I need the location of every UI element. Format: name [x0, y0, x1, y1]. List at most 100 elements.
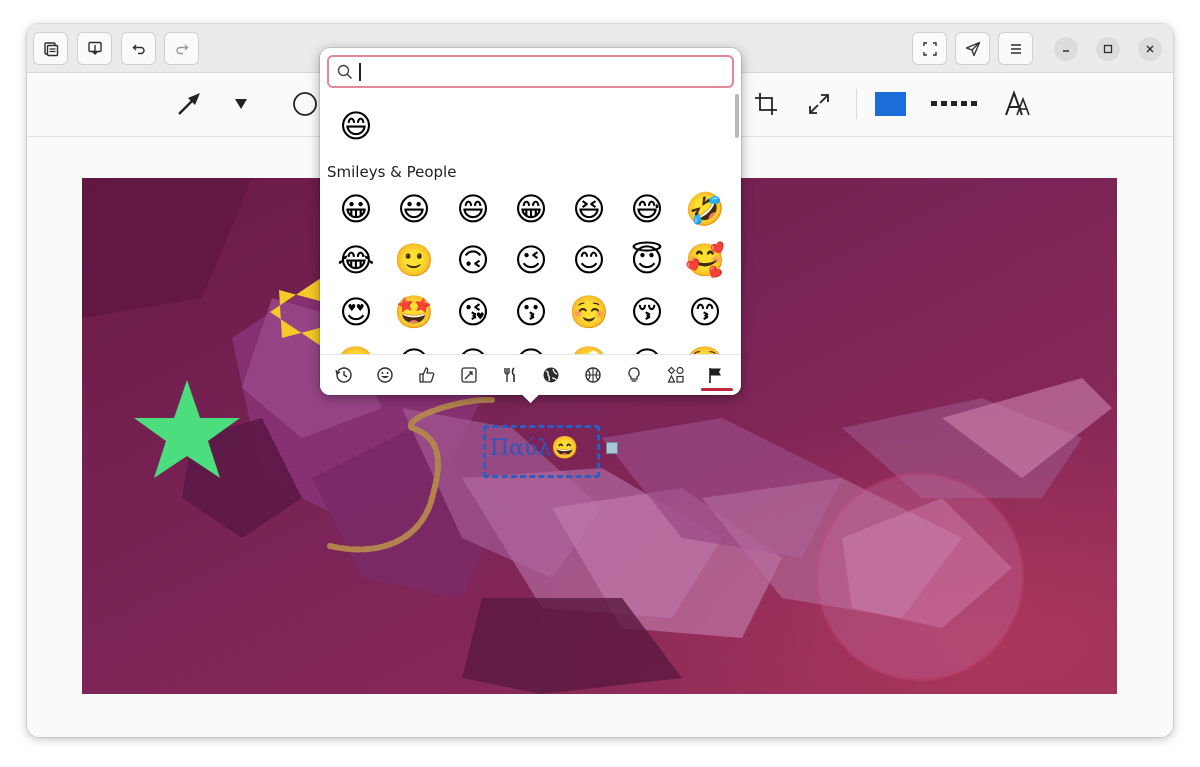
people-icon: [419, 367, 435, 383]
maximize-icon: [1103, 44, 1113, 54]
emoji-item[interactable]: 😁: [508, 186, 554, 232]
category-travel-button[interactable]: [536, 363, 566, 387]
emoji-item[interactable]: 😛: [450, 340, 496, 354]
category-objects-button[interactable]: [619, 363, 649, 387]
emoji-scrollbar[interactable]: [735, 94, 739, 138]
tool-dropdown-button[interactable]: [221, 87, 261, 121]
emoji-item[interactable]: 🥰: [682, 237, 728, 283]
text-annotation-box[interactable]: Παύλ😄: [483, 425, 600, 478]
font-icon: [1005, 90, 1030, 116]
circle-tool-button[interactable]: [285, 87, 325, 121]
arrow-tool-icon: [178, 93, 200, 115]
minimize-button[interactable]: [1054, 37, 1078, 61]
circle-tool-icon: [293, 92, 317, 116]
category-symbols-button[interactable]: [661, 363, 691, 387]
search-icon: [337, 64, 353, 80]
emoji-search-field[interactable]: [327, 55, 734, 88]
undo-icon: [132, 44, 145, 54]
symbols-icon: [667, 366, 684, 383]
crop-button[interactable]: [746, 87, 786, 121]
emoji-item[interactable]: 😘: [450, 289, 496, 335]
emoji-item[interactable]: 🥲: [333, 340, 379, 354]
emoji-item[interactable]: 😙: [682, 289, 728, 335]
emoji-item[interactable]: 🤩: [391, 289, 437, 335]
recent-icon: [335, 367, 352, 383]
emoji-item[interactable]: 😗: [508, 289, 554, 335]
category-nature-button[interactable]: [454, 363, 484, 387]
share-button[interactable]: [955, 32, 990, 65]
emoji-item[interactable]: 😚: [624, 289, 670, 335]
minimize-icon: [1063, 50, 1069, 52]
emoji-item[interactable]: 😅: [624, 186, 670, 232]
emoji-item[interactable]: 😉: [508, 237, 554, 283]
category-food-button[interactable]: [495, 363, 525, 387]
expand-button[interactable]: [799, 87, 839, 121]
expand-icon: [809, 94, 829, 114]
pages-icon: [43, 41, 58, 56]
category-smileys-button[interactable]: [370, 363, 400, 387]
pages-button[interactable]: [33, 32, 68, 65]
text-caret: [359, 63, 361, 81]
color-swatch: [874, 92, 906, 116]
emoji-item[interactable]: 😆: [566, 186, 612, 232]
save-button[interactable]: [77, 32, 112, 65]
category-activities-button[interactable]: [578, 363, 608, 387]
emoji-item[interactable]: 😊: [566, 237, 612, 283]
emoji-item[interactable]: 😀: [333, 186, 379, 232]
font-button[interactable]: [998, 87, 1038, 121]
color-picker-button[interactable]: [870, 87, 910, 121]
emoji-item[interactable]: 🤣: [682, 186, 728, 232]
emoji-category-bar: [320, 354, 741, 395]
resize-handle[interactable]: [606, 442, 618, 454]
menu-icon: [1010, 43, 1021, 54]
emoji-item[interactable]: 🤑: [682, 340, 728, 354]
category-recent-button[interactable]: [329, 363, 359, 387]
emoji-search-input[interactable]: [359, 61, 719, 83]
fullscreen-button[interactable]: [912, 32, 947, 65]
undo-button[interactable]: [121, 32, 156, 65]
travel-icon: [543, 367, 559, 383]
category-people-button[interactable]: [412, 363, 442, 387]
objects-icon: [628, 367, 640, 382]
close-button[interactable]: [1138, 37, 1162, 61]
emoji-item[interactable]: 😜: [508, 340, 554, 354]
line-style-button[interactable]: [927, 87, 983, 121]
arrow-tool-button[interactable]: [169, 87, 209, 121]
emoji-picker-popover: 😄 Smileys & People 😀 😃 😄 😁 😆 😅 🤣 😂 🙂 🙃 😉…: [320, 48, 741, 395]
main-menu-button[interactable]: [998, 32, 1033, 65]
emoji-item[interactable]: ☺️: [566, 289, 612, 335]
save-to-image-icon: [87, 41, 102, 55]
close-icon: [1146, 45, 1154, 53]
emoji-scroll-region[interactable]: 😄 Smileys & People 😀 😃 😄 😁 😆 😅 🤣 😂 🙂 🙃 😉…: [320, 92, 741, 354]
section-title: Smileys & People: [327, 163, 457, 181]
redo-button[interactable]: [164, 32, 199, 65]
emoji-item[interactable]: 😝: [624, 340, 670, 354]
emoji-item[interactable]: 😍: [333, 289, 379, 335]
emoji-item[interactable]: 😂: [333, 237, 379, 283]
emoji-item[interactable]: 🙃: [450, 237, 496, 283]
emoji-item[interactable]: 🤪: [566, 340, 612, 354]
emoji-item[interactable]: 😋: [391, 340, 437, 354]
emoji-item[interactable]: 🙂: [391, 237, 437, 283]
nature-icon: [461, 367, 477, 383]
category-flags-button[interactable]: [701, 363, 731, 387]
toolbar-separator: [856, 89, 857, 119]
share-icon: [965, 41, 980, 56]
crop-icon: [755, 93, 777, 115]
dotted-line-icon: [931, 101, 977, 106]
fullscreen-icon: [922, 41, 937, 56]
food-icon: [504, 367, 515, 382]
tool-dropdown-icon: [235, 99, 247, 109]
redo-icon: [175, 44, 188, 54]
activities-icon: [585, 367, 601, 383]
recent-emoji[interactable]: 😄: [333, 103, 379, 149]
emoji-item[interactable]: 😄: [450, 186, 496, 232]
smileys-icon: [377, 367, 393, 383]
emoji-item[interactable]: 😇: [624, 237, 670, 283]
text-annotation-content[interactable]: Παύλ😄: [490, 436, 579, 461]
flags-icon: [709, 368, 721, 383]
app-window: 😄 Smileys & People 😀 😃 😄 😁 😆 😅 🤣 😂 🙂 🙃 😉…: [27, 24, 1173, 737]
selected-category-indicator: [701, 388, 733, 391]
maximize-button[interactable]: [1096, 37, 1120, 61]
emoji-item[interactable]: 😃: [391, 186, 437, 232]
